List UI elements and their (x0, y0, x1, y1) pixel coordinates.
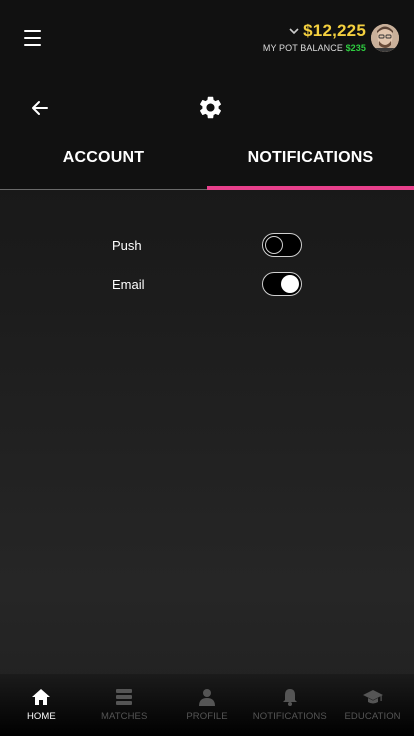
nav-education-label: EDUCATION (344, 711, 401, 722)
settings-header (0, 78, 414, 138)
bell-icon (282, 689, 297, 706)
push-label: Push (112, 237, 142, 253)
push-toggle[interactable] (262, 233, 302, 257)
arrow-left-icon[interactable] (30, 98, 50, 118)
chevron-down-icon[interactable] (289, 26, 299, 36)
nav-home-label: HOME (26, 711, 56, 722)
tab-account[interactable]: ACCOUNT (0, 138, 207, 189)
nav-notifications[interactable]: NOTIFICATIONS (248, 674, 331, 736)
nav-profile[interactable]: PROFILE (166, 674, 249, 736)
avatar[interactable] (371, 24, 399, 52)
email-toggle[interactable] (262, 272, 302, 296)
nav-profile-label: PROFILE (186, 711, 228, 722)
graduation-cap-icon (362, 690, 383, 704)
profile-icon (198, 689, 215, 706)
bottom-nav: HOME MATCHES PROFILE NOTIFICATIONS EDUCA… (0, 674, 414, 736)
tab-notifications[interactable]: NOTIFICATIONS (207, 138, 414, 190)
toggle-knob (281, 275, 299, 293)
balance-display[interactable]: $12,225 MY POT BALANCE $235 (263, 21, 366, 53)
nav-matches[interactable]: MATCHES (83, 674, 166, 736)
nav-notifications-label: NOTIFICATIONS (252, 711, 327, 722)
home-icon (32, 689, 51, 705)
toggle-knob (265, 236, 283, 254)
pot-balance-amount: $235 (345, 43, 366, 53)
email-setting-row: Email (112, 271, 302, 297)
top-bar: $12,225 MY POT BALANCE $235 (0, 0, 414, 78)
email-label: Email (112, 276, 145, 292)
hamburger-menu-icon[interactable] (24, 30, 41, 46)
pot-balance: MY POT BALANCE $235 (263, 43, 366, 53)
settings-tabs: ACCOUNT NOTIFICATIONS (0, 138, 414, 190)
nav-matches-label: MATCHES (100, 711, 148, 722)
nav-home[interactable]: HOME (0, 674, 83, 736)
matches-icon (116, 689, 133, 705)
gear-icon (199, 96, 222, 119)
nav-education[interactable]: EDUCATION (331, 674, 414, 736)
pot-balance-label: MY POT BALANCE (262, 43, 343, 53)
push-setting-row: Push (112, 232, 302, 258)
balance-amount: $12,225 (303, 21, 366, 40)
